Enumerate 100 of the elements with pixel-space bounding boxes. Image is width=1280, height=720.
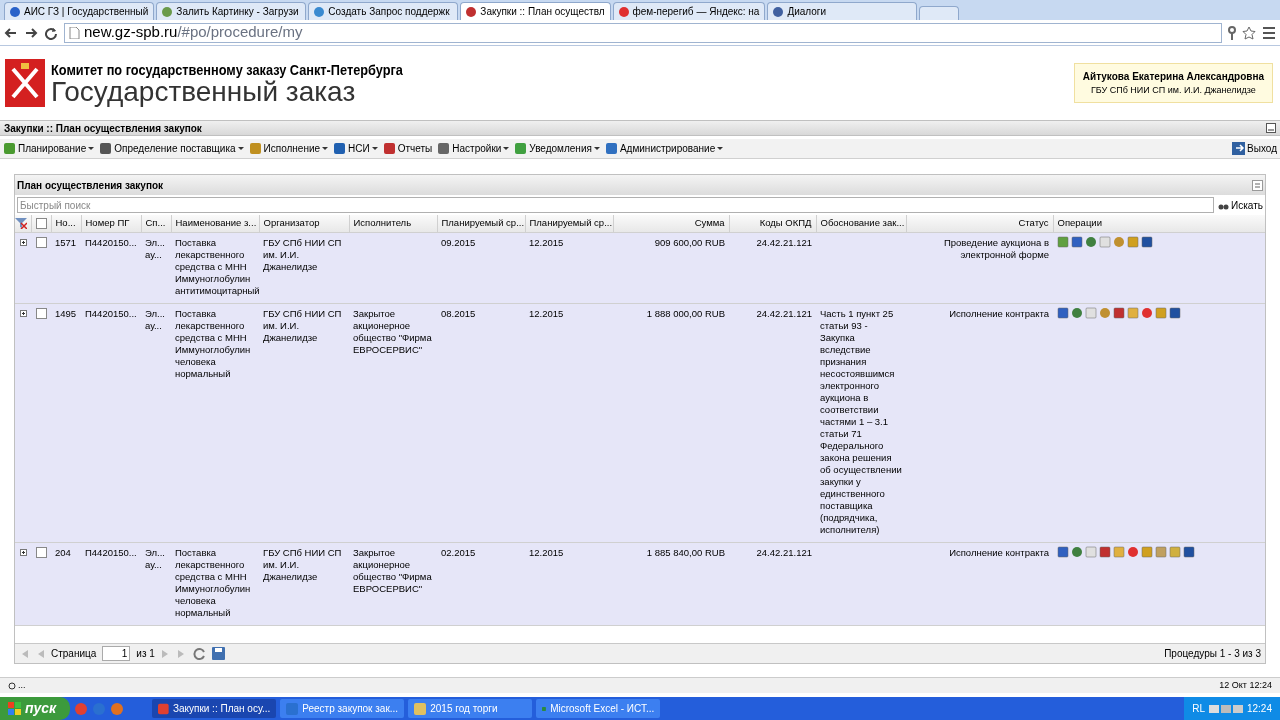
table-cell: 1 888 000,00 RUB (646, 307, 725, 319)
table-cell: Закрытое акционерное общество "Фирма ЕВРОСЕРВИС" (353, 546, 432, 594)
table-cell: 1 885 840,00 RUB (646, 546, 725, 558)
expand-icon[interactable] (19, 309, 27, 317)
page-label: Страница (51, 647, 97, 661)
tab-icon (314, 6, 325, 17)
table-cell: 12.2015 (529, 546, 564, 558)
menu-item-icon (514, 142, 528, 155)
new-tab-button[interactable] (919, 6, 960, 20)
taskbar-button[interactable]: Microsoft Excel - ИСТ... (536, 699, 661, 718)
dot-icon[interactable] (1127, 545, 1139, 558)
column-header[interactable]: Планируемый ср... (437, 215, 525, 232)
user-organization: ГБУ СПб НИИ СП им. И.И. Джанелидзе (1090, 83, 1256, 97)
star-icon[interactable] (1242, 25, 1256, 40)
logout-button[interactable]: Выход (1232, 141, 1277, 156)
row-checkbox[interactable] (35, 546, 47, 558)
tab-title: фем-перегиб — Яндекс: на (632, 5, 760, 19)
table-cell: Закрытое акционерное общество "Фирма ЕВРОСЕРВИС" (353, 307, 432, 355)
windows-logo-icon (8, 702, 21, 715)
tab-title: Создать Запрос поддержк (328, 5, 451, 19)
expand-icon[interactable] (19, 238, 27, 246)
column-header[interactable]: Планируемый ср... (525, 215, 613, 232)
column-header[interactable]: Сп... (141, 215, 171, 232)
browser-tab[interactable]: АИС ГЗ | Государственный (4, 2, 155, 20)
language-indicator[interactable]: RL (1192, 701, 1205, 716)
taskbar-button[interactable]: Закупки :: План осу... (152, 699, 277, 718)
column-header[interactable]: Сумма (613, 215, 729, 232)
save-icon[interactable] (211, 647, 225, 660)
menu-item-icon (99, 142, 113, 155)
column-header[interactable]: Исполнитель (349, 215, 437, 232)
table-cell: Эл... ау... (145, 546, 165, 570)
taskbar-button[interactable]: 2015 год торги (408, 699, 533, 718)
taskbar-button[interactable]: Реестр закупок зак... (280, 699, 405, 718)
search-button[interactable]: Искать (1218, 197, 1263, 213)
clear-filter-icon[interactable] (15, 217, 27, 230)
window-icon (286, 702, 299, 715)
forward-icon[interactable] (24, 25, 38, 40)
clock: 12:24 (1246, 702, 1272, 716)
table-cell: 1571 (55, 236, 77, 248)
page-number-field[interactable]: 1 (102, 646, 131, 661)
menu-button[interactable]: Исполнение (248, 141, 329, 156)
table-cell: ГБУ СПб НИИ СП им. И.И. Джанелидзе (263, 307, 342, 343)
row-checkbox[interactable] (35, 236, 47, 248)
table-cell: Проведение аукциона в электронной форме (943, 236, 1049, 260)
dropdown-caret-icon (322, 147, 329, 150)
menu-item-icon (248, 142, 262, 155)
tab-title: Закупки :: План осуществл (480, 5, 605, 19)
window-icon (414, 702, 427, 715)
menu-icon[interactable] (1262, 25, 1276, 40)
address-field[interactable]: new.gz-spb.ru/#po/procedure/my (64, 22, 1222, 43)
browser-tab[interactable]: Диалоги (767, 2, 918, 20)
table-cell: Поставка лекарственного средства с МНН Иммуноглобулин антитимоцитарный (175, 236, 260, 296)
browser-tab[interactable]: Создать Запрос поддержк (308, 2, 459, 20)
tab-title: Диалоги (787, 5, 828, 19)
table-cell: Поставка лекарственного средства с МНН Иммуноглобулин человека нормальный (175, 546, 251, 618)
menu-button[interactable]: Настройки (437, 141, 510, 156)
coat-of-arms-logo (5, 59, 45, 107)
table-cell: 08.2015 (441, 307, 476, 319)
collapse-icon[interactable] (1266, 123, 1276, 133)
reload-icon[interactable] (44, 25, 58, 40)
start-button[interactable]: пуск (0, 697, 71, 720)
menu-item-icon (3, 142, 16, 155)
dropdown-caret-icon (371, 147, 378, 150)
table-cell: П4420150... (85, 307, 137, 319)
quick-search-field[interactable]: Быстрый поиск (17, 197, 1215, 213)
browser-tab[interactable]: Закупки :: План осуществл (460, 2, 611, 20)
table-cell: ГБУ СПб НИИ СП им. И.И. Джанелидзе (263, 236, 342, 272)
menu-button[interactable]: Определение поставщика (99, 141, 244, 156)
column-header[interactable]: Операции (1053, 215, 1265, 232)
dropdown-caret-icon (593, 147, 600, 150)
menu-button[interactable]: НСИ (333, 141, 378, 156)
table-cell: 1495 (55, 307, 77, 319)
column-header[interactable]: Наименование з... (171, 215, 259, 232)
table-cell: Исполнение контракта (949, 307, 1049, 319)
select-all-checkbox[interactable] (35, 217, 47, 229)
dropdown-caret-icon (237, 147, 244, 150)
column-header[interactable]: Номер ПГ (81, 215, 141, 232)
tab-icon (10, 6, 20, 17)
browser-tab[interactable]: фем-перегиб — Яндекс: на (612, 2, 766, 20)
column-header[interactable]: Организатор (259, 215, 349, 232)
back-icon[interactable] (4, 25, 18, 40)
expand-icon[interactable] (19, 548, 27, 556)
table-cell: 24.42.21.121 (756, 307, 812, 319)
exit-icon (1232, 142, 1246, 155)
dot-icon[interactable] (1141, 306, 1153, 319)
row-checkbox[interactable] (35, 307, 47, 319)
table-cell: 24.42.21.121 (756, 236, 812, 248)
menu-button[interactable]: Планирование (3, 141, 95, 156)
table-cell: 09.2015 (441, 236, 476, 248)
column-header[interactable]: Обоснование зак... (816, 215, 906, 232)
site-title: Государственный заказ (51, 77, 356, 106)
column-header[interactable]: Коды ОКПД (729, 215, 816, 232)
menu-item-icon (604, 142, 618, 155)
browser-tab[interactable]: Залить Картинку - Загрузи (156, 2, 307, 20)
menu-button[interactable]: Уведомления (514, 141, 600, 156)
table-cell: П4420150... (85, 236, 137, 248)
column-header[interactable]: Статус (906, 215, 1053, 232)
column-header[interactable]: Но... (51, 215, 81, 232)
menu-button[interactable]: Администрирование (604, 141, 724, 156)
menu-button[interactable]: Отчеты (382, 141, 433, 156)
